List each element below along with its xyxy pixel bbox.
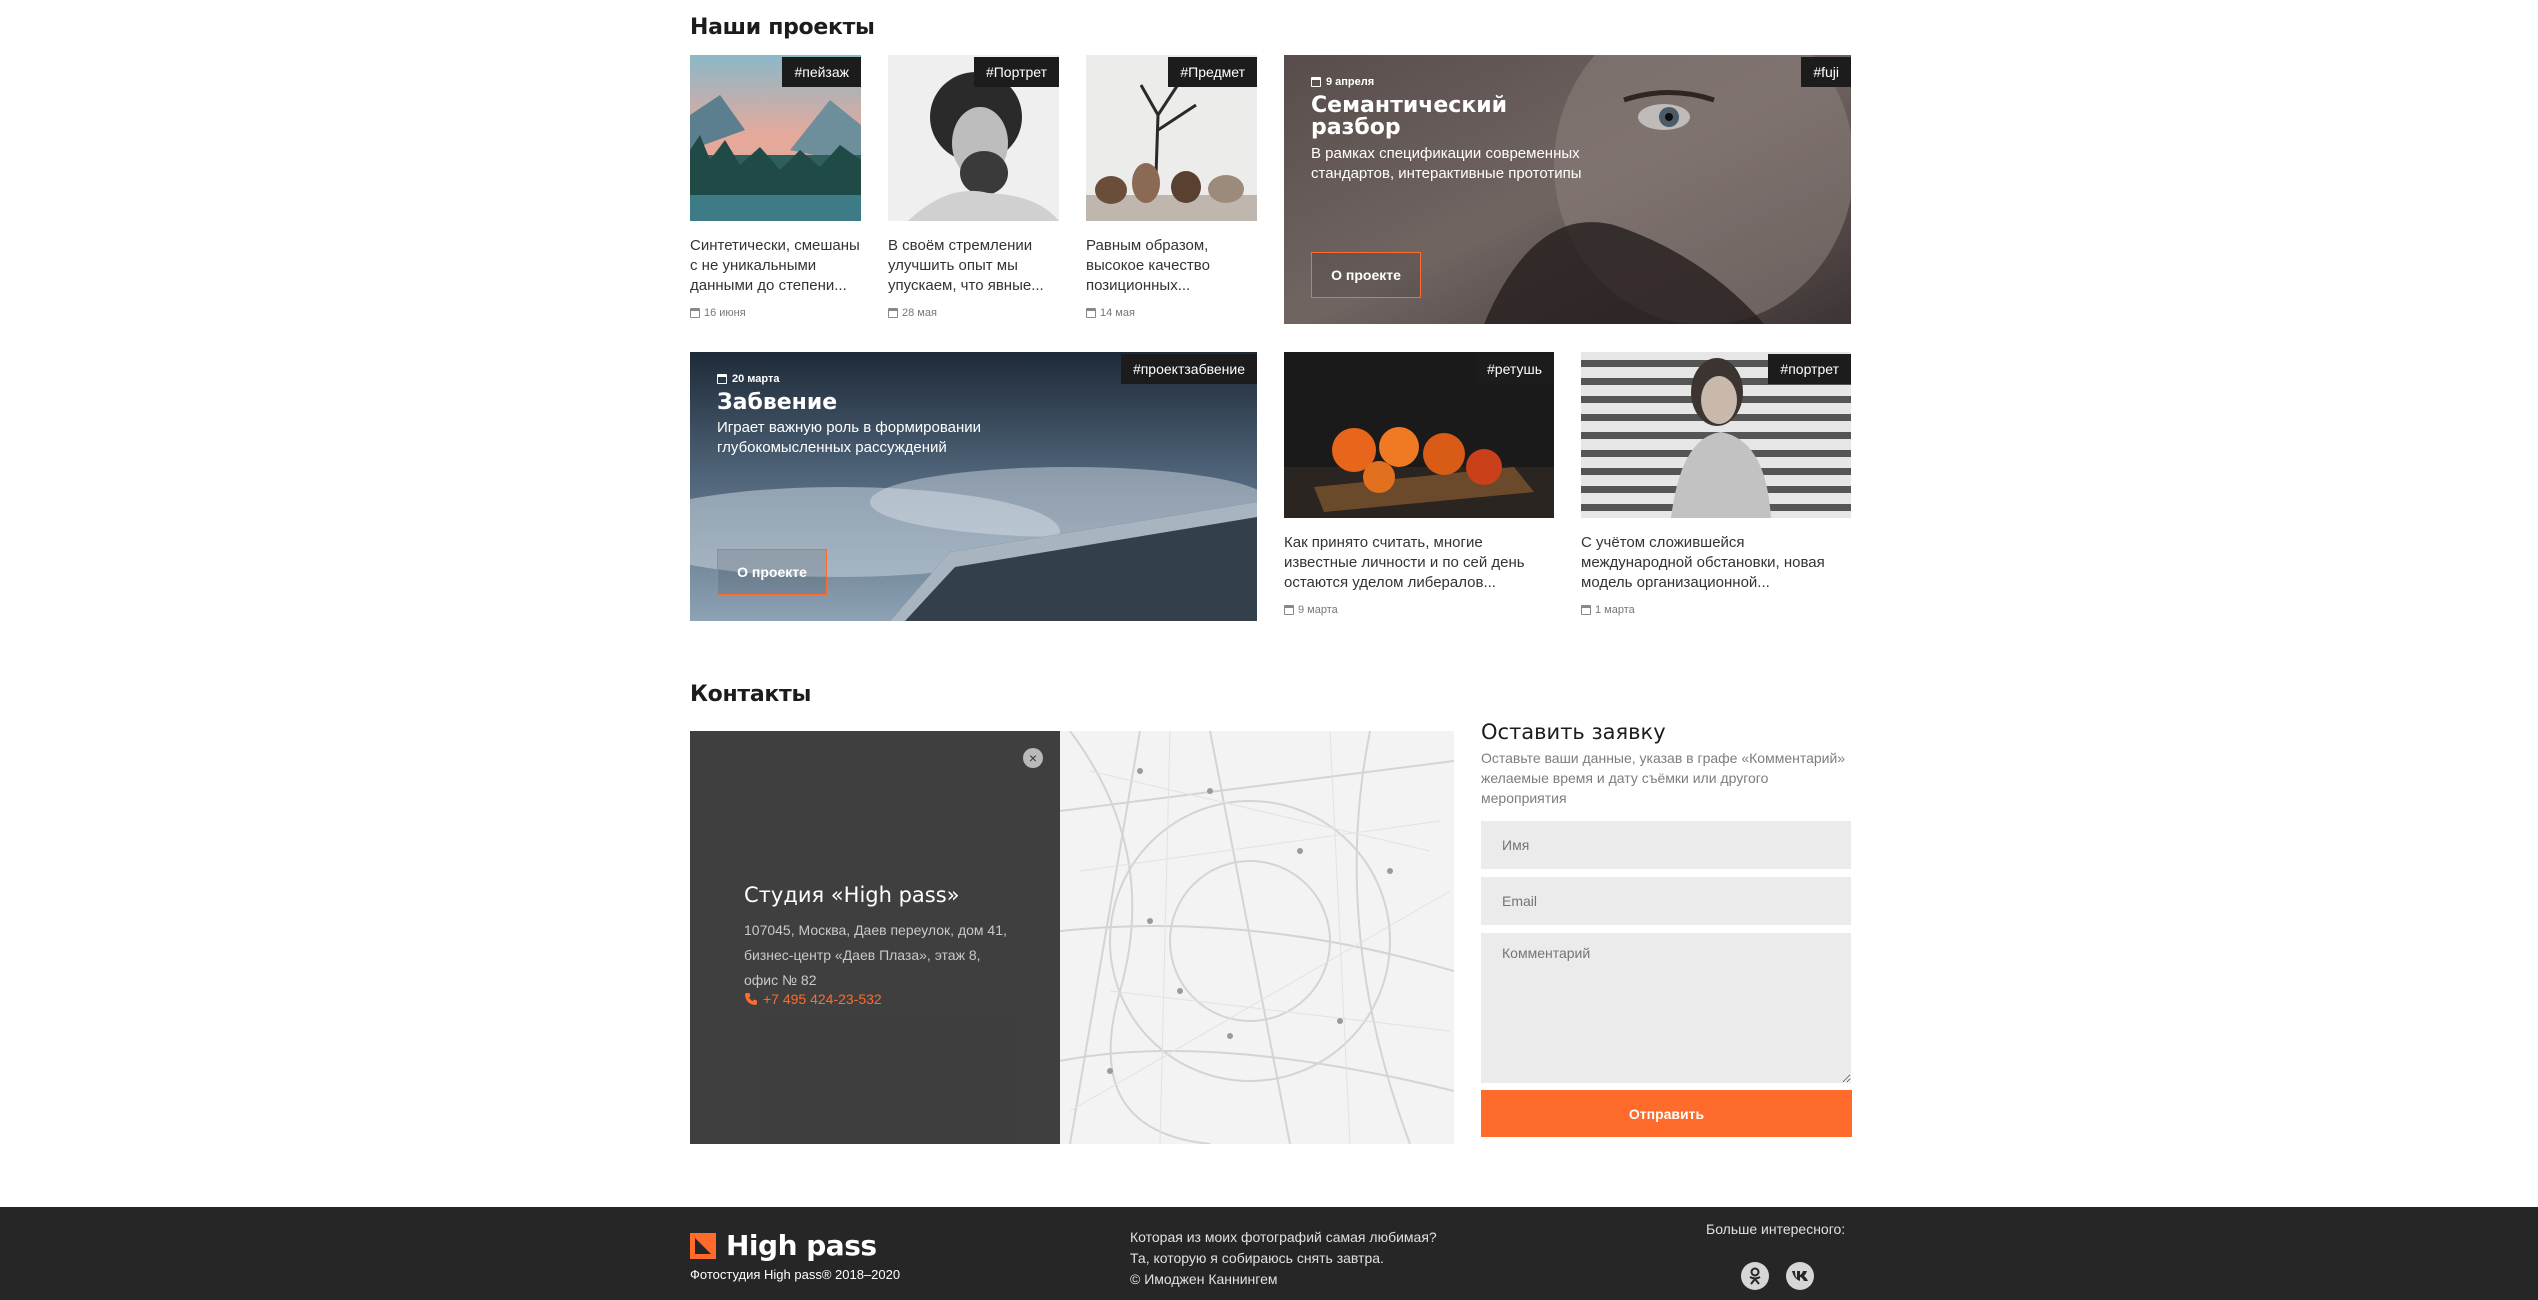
project-tag[interactable]: #портрет [1768,354,1851,384]
submit-button[interactable]: Отправить [1481,1090,1852,1137]
logo-icon [690,1232,716,1259]
featured-project-semantic[interactable]: #fuji 9 апреля Семантический разбор В рам… [1284,55,1851,324]
phone-icon [745,993,757,1005]
footer: High pass Фотостудия High pass® 2018–202… [0,1207,2538,1300]
project-date: 1 марта [1581,604,1635,616]
studio-name: Студия «High pass» [744,883,960,907]
project-description: В своём стремлении улучшить опыт мы упус… [888,237,1044,294]
calendar-icon [717,374,727,384]
more-label: Больше интересного: [1706,1221,1846,1237]
project-tag[interactable]: #пейзаж [782,57,861,87]
calendar-icon [1581,605,1591,615]
calendar-icon [888,308,898,318]
featured-project-oblivion[interactable]: #проектзабвение 20 марта Забвение Играет… [690,352,1257,621]
calendar-icon [1284,605,1294,615]
project-tag[interactable]: #ретушь [1475,354,1554,384]
project-description: Играет важную роль в формировании глубок… [717,419,982,456]
brand-name: High pass [726,1229,877,1262]
calendar-icon [1311,77,1321,87]
comment-textarea[interactable] [1481,933,1851,1083]
map[interactable]: × Студия «High pass» 107045, Москва, Дае… [690,731,1454,1144]
odnoklassniki-icon[interactable] [1741,1262,1769,1290]
project-tag[interactable]: #Предмет [1168,57,1257,87]
calendar-icon [690,308,700,318]
footer-logo[interactable]: High pass [690,1229,877,1262]
project-date: 20 марта [717,373,779,385]
vk-icon[interactable] [1786,1262,1814,1290]
about-project-button[interactable]: О проекте [1311,252,1421,298]
close-icon[interactable]: × [1023,748,1043,768]
contacts-title: Контакты [690,682,812,707]
project-tag[interactable]: #Портрет [973,57,1059,87]
contact-card: × Студия «High pass» 107045, Москва, Дае… [690,731,1060,1144]
about-project-button[interactable]: О проекте [717,549,827,595]
project-tag[interactable]: #проектзабвение [1120,354,1257,384]
project-title: Семантический разбор [1311,93,1508,140]
project-date: 16 июня [690,307,746,319]
projects-title: Наши проекты [690,15,875,40]
project-description: С учётом сложившейся международной обста… [1581,534,1825,591]
name-input[interactable] [1481,821,1851,869]
email-input[interactable] [1481,877,1851,925]
project-description: Синтетически, смешаны с не уникальными д… [690,237,860,294]
project-date: 9 апреля [1311,76,1374,88]
project-description: Равным образом, высокое качество позицио… [1086,237,1210,294]
project-title: Забвение [717,390,838,415]
project-date: 14 мая [1086,307,1135,319]
studio-phone[interactable]: +7 495 424-23-532 [744,991,882,1007]
project-description: Как принято считать, многие известные ли… [1284,534,1525,591]
project-date: 28 мая [888,307,937,319]
request-form-subtitle: Оставьте ваши данные, указав в графе «Ко… [1481,750,1846,806]
footer-quote: Которая из моих фотографий самая любимая… [1130,1229,1437,1287]
calendar-icon [1086,308,1096,318]
project-date: 9 марта [1284,604,1338,616]
studio-address: 107045, Москва, Даев переулок, дом 41, б… [744,922,1007,988]
request-form-title: Оставить заявку [1481,720,1666,744]
project-description: В рамках спецификации современных станда… [1311,145,1582,182]
project-tag[interactable]: #fuji [1801,57,1851,87]
copyright: Фотостудия High pass® 2018–2020 [690,1267,901,1282]
